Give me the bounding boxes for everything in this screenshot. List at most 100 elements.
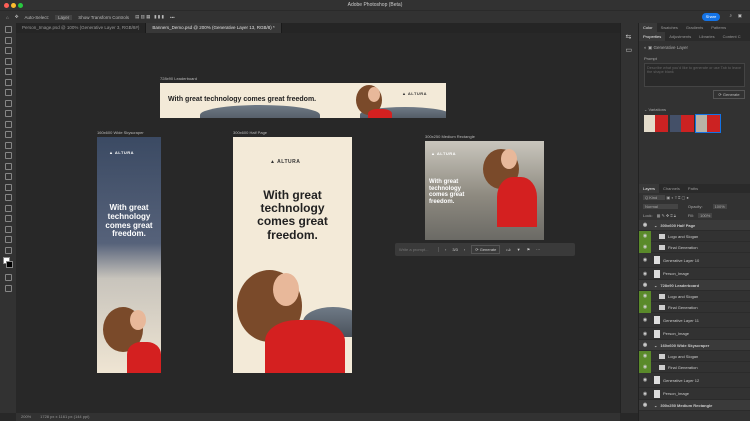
flag-icon[interactable]: ⚑ xyxy=(527,247,531,252)
chevron-down-icon[interactable]: ⌄ xyxy=(654,343,657,348)
layer-select-dropdown[interactable]: Layer xyxy=(55,14,73,20)
visibility-eye-icon[interactable]: ◉ xyxy=(639,388,651,399)
history-brush-icon[interactable] xyxy=(4,131,12,138)
layer-row[interactable]: ◉ Final Generation xyxy=(639,301,750,313)
artboard-halfpage[interactable]: ▲ ALTURA With great technology comes gre… xyxy=(233,137,352,373)
align-icons[interactable]: ▤ ▥ ▦ ▮ ▮ ▮ xyxy=(135,14,164,20)
healing-tool-icon[interactable] xyxy=(4,99,12,107)
shape-tool-icon[interactable] xyxy=(4,215,12,222)
lock-icons[interactable]: ▦ ✎ ✥ ⌗ 🔒︎ xyxy=(657,213,676,218)
layer-group[interactable]: ◉ ⌄ 728x90 Leaderboard xyxy=(639,280,750,291)
quick-select-tool-icon[interactable] xyxy=(4,57,12,65)
layer-row[interactable]: ◉ Person_Image xyxy=(639,268,750,280)
visibility-eye-icon[interactable]: ◉ xyxy=(639,230,651,242)
dodge-tool-icon[interactable] xyxy=(4,173,12,180)
tab-layers[interactable]: Layers xyxy=(639,184,660,193)
share-button[interactable]: Share xyxy=(702,13,720,21)
layer-row[interactable]: ◉ Logo and Slogan xyxy=(639,350,750,362)
marquee-tool-icon[interactable] xyxy=(4,36,12,44)
tab-gradients[interactable]: Gradients xyxy=(682,23,707,32)
show-transform-checkbox[interactable]: Show Transform Controls xyxy=(78,15,129,20)
visibility-eye-icon[interactable]: ◉ xyxy=(639,328,651,339)
tab-properties[interactable]: Properties xyxy=(639,32,666,41)
visibility-eye-icon[interactable]: ◉ xyxy=(639,241,651,253)
visibility-eye-icon[interactable]: ◉ xyxy=(639,268,651,279)
frame-tool-icon[interactable] xyxy=(4,78,12,86)
tab-color[interactable]: Color xyxy=(639,23,657,32)
move-tool-icon[interactable] xyxy=(4,26,12,33)
visibility-eye-icon[interactable]: ◉ xyxy=(639,361,651,373)
thumbs-up-icon[interactable]: 👍︎ xyxy=(506,247,510,253)
visibility-eye-icon[interactable]: ◉ xyxy=(639,290,651,302)
tab-channels[interactable]: Channels xyxy=(659,184,684,193)
type-tool-icon[interactable] xyxy=(4,194,12,201)
tab-adjustments[interactable]: Adjustments xyxy=(665,32,695,41)
visibility-eye-icon[interactable]: ◉ xyxy=(639,315,651,326)
visibility-eye-icon[interactable]: ◉ xyxy=(639,340,651,351)
visibility-eye-icon[interactable]: ◉ xyxy=(639,280,651,291)
more-options-button[interactable]: ••• xyxy=(170,15,175,20)
brush-tool-icon[interactable] xyxy=(4,110,12,117)
visibility-eye-icon[interactable]: ◉ xyxy=(639,350,651,362)
artboard-medrect[interactable]: ▲ ALTURA With great technology comes gre… xyxy=(425,141,544,240)
layer-group[interactable]: ◉ ⌄ 300x600 Half Page xyxy=(639,220,750,231)
minimize-window-button[interactable] xyxy=(11,3,16,8)
fill-input[interactable]: 100% xyxy=(698,213,713,218)
chevron-down-icon[interactable]: ⌄ xyxy=(654,223,657,228)
eyedropper-tool-icon[interactable] xyxy=(4,89,12,96)
pen-tool-icon[interactable] xyxy=(4,183,12,191)
tab-patterns[interactable]: Patterns xyxy=(707,23,730,32)
next-variation-button[interactable]: › xyxy=(464,247,465,252)
more-icon[interactable]: ⋯ xyxy=(536,247,540,252)
eraser-tool-icon[interactable] xyxy=(4,141,12,149)
layer-row[interactable]: ◉ Person_Image xyxy=(639,328,750,340)
layer-filter[interactable]: Q Kind ▣ ◐ T ⌗ ▢ ● xyxy=(639,193,750,202)
generate-button-panel[interactable]: ⟳ Generate xyxy=(713,90,745,99)
quick-mask-icon[interactable] xyxy=(4,274,12,281)
prompt-input[interactable]: Write a prompt... xyxy=(399,247,439,252)
close-window-button[interactable] xyxy=(4,3,9,8)
layer-row[interactable]: ◉ Person_Image xyxy=(639,388,750,400)
workspace-icon[interactable]: ▣ xyxy=(738,13,742,19)
search-icon[interactable]: ⌕ xyxy=(729,13,732,18)
zoom-level[interactable]: 200% xyxy=(21,414,31,419)
crop-tool-icon[interactable] xyxy=(4,68,12,75)
thumbs-down-icon[interactable]: ▼ xyxy=(517,247,521,252)
tab-swatches[interactable]: Swatches xyxy=(657,23,682,32)
blend-mode-select[interactable]: Normal xyxy=(643,204,678,209)
prompt-textarea[interactable]: Describe what you'd like to generate or … xyxy=(644,63,745,87)
layer-row[interactable]: ◉ Logo and Slogan xyxy=(639,230,750,242)
visibility-eye-icon[interactable]: ◉ xyxy=(639,375,651,386)
lasso-tool-icon[interactable] xyxy=(4,47,12,54)
chevron-down-icon[interactable]: ⌄ xyxy=(654,403,657,408)
chevron-down-icon[interactable]: ⌄ xyxy=(654,283,657,288)
layer-row[interactable]: ◉ Final Generation xyxy=(639,361,750,373)
auto-select-checkbox[interactable]: Auto-Select: xyxy=(25,15,50,20)
hand-tool-icon[interactable] xyxy=(4,225,12,233)
previous-variation-button[interactable]: ‹ xyxy=(445,247,446,252)
color-swatches[interactable] xyxy=(0,257,16,271)
tab-banners-demo[interactable]: Banners_Demo.psd @ 200% (Generative Laye… xyxy=(146,23,282,33)
visibility-eye-icon[interactable]: ◉ xyxy=(639,255,651,266)
generate-button[interactable]: ⟳ Generate xyxy=(471,245,501,254)
variation-thumbnail[interactable] xyxy=(644,115,668,132)
visibility-eye-icon[interactable]: ◉ xyxy=(639,220,651,231)
variation-thumbnail-selected[interactable] xyxy=(695,114,721,133)
tab-person-image[interactable]: Person_Image.psd @ 100% (Generative Laye… xyxy=(16,23,147,33)
layer-row[interactable]: ◉ Generative Layer 10 xyxy=(639,253,750,268)
tab-libraries[interactable]: Libraries xyxy=(695,32,718,41)
layer-row[interactable]: ◉ Generative Layer 11 xyxy=(639,313,750,328)
layer-row[interactable]: ◉ Final Generation xyxy=(639,241,750,253)
artboard-skyscraper[interactable]: ▲ ALTURA With great technology comes gre… xyxy=(97,137,161,373)
stamp-tool-icon[interactable] xyxy=(4,120,12,128)
path-select-icon[interactable] xyxy=(4,204,12,212)
more-tools-icon[interactable] xyxy=(4,246,12,254)
layer-row[interactable]: ◉ Generative Layer 12 xyxy=(639,373,750,388)
gradient-tool-icon[interactable] xyxy=(4,152,12,159)
tab-content-credentials[interactable]: Content C xyxy=(719,32,745,41)
blur-tool-icon[interactable] xyxy=(4,162,12,170)
layer-row[interactable]: ◉ Logo and Slogan xyxy=(639,290,750,302)
move-tool-icon[interactable]: ✥ xyxy=(15,14,19,20)
artboard-leaderboard[interactable]: With great technology comes great freedo… xyxy=(160,83,446,118)
opacity-input[interactable]: 100% xyxy=(712,204,727,209)
